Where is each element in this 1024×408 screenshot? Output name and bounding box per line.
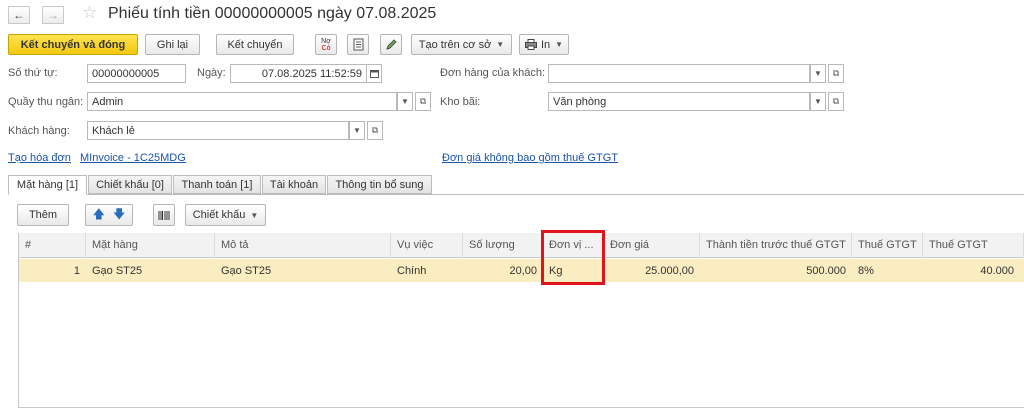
- cell-item[interactable]: Gạo ST25: [86, 259, 215, 282]
- column-header-quantity[interactable]: Số lượng: [463, 233, 543, 258]
- cell-vat-rate[interactable]: 8%: [852, 259, 923, 282]
- customer-open-button[interactable]: ⧉: [367, 121, 383, 140]
- save-button[interactable]: Ghi lại: [145, 34, 200, 55]
- column-header-vat-rate[interactable]: Thuế GTGT: [852, 233, 923, 258]
- post-and-close-button[interactable]: Kết chuyển và đóng: [8, 34, 138, 55]
- column-header-number[interactable]: #: [19, 233, 86, 258]
- document-icon: [353, 38, 363, 51]
- number-label: Số thứ tự:: [8, 67, 58, 79]
- pencil-icon: [385, 39, 397, 50]
- tab-accounts[interactable]: Tài khoản: [262, 175, 326, 194]
- chevron-down-icon: ▼: [814, 69, 822, 78]
- debit-credit-button[interactable]: Nợ Có: [315, 34, 337, 55]
- cell-unit-price[interactable]: 25.000,00: [604, 259, 700, 282]
- warehouse-dropdown[interactable]: ▼: [810, 92, 826, 111]
- add-item-button[interactable]: Thêm: [17, 204, 69, 226]
- cell-description[interactable]: Gạo ST25: [215, 259, 391, 282]
- chevron-down-icon: ▼: [555, 40, 564, 49]
- star-icon[interactable]: ☆: [82, 3, 97, 23]
- open-icon: ⧉: [371, 125, 379, 135]
- customer-field[interactable]: Khách lẻ: [87, 121, 349, 140]
- create-invoice-link[interactable]: Tạo hóa đơn: [8, 152, 71, 164]
- cashier-dropdown[interactable]: ▼: [397, 92, 413, 111]
- arrow-up-icon[interactable]: 🡅: [93, 205, 105, 226]
- open-icon: ⧉: [832, 68, 840, 78]
- column-header-description[interactable]: Mô tả: [215, 233, 391, 258]
- arrow-down-icon[interactable]: 🡇: [113, 205, 125, 226]
- forward-button[interactable]: →: [42, 6, 64, 24]
- chevron-down-icon: ▼: [496, 40, 505, 49]
- customer-order-label: Đơn hàng của khách:: [440, 67, 546, 79]
- discount-button[interactable]: Chiết khấu ▼: [185, 204, 266, 226]
- cell-vat-amount: 40.000: [980, 264, 1014, 277]
- cell-number: 1: [73, 264, 80, 277]
- printer-icon: [524, 39, 537, 50]
- open-icon: ⧉: [832, 96, 840, 106]
- customer-order-dropdown[interactable]: ▼: [810, 64, 826, 83]
- cell-amount-before-vat: 500.000: [806, 264, 846, 277]
- move-buttons: 🡅 🡇: [85, 204, 133, 226]
- barcode-button[interactable]: [153, 204, 175, 226]
- customer-dropdown[interactable]: ▼: [349, 121, 365, 140]
- tab-items[interactable]: Mặt hàng [1]: [8, 175, 87, 195]
- column-header-unit-price[interactable]: Đơn giá: [604, 233, 700, 258]
- open-icon: ⧉: [419, 96, 427, 106]
- customer-order-open-button[interactable]: ⧉: [828, 64, 844, 83]
- debit-credit-icon: Nợ Có: [321, 37, 331, 52]
- warehouse-field[interactable]: Văn phòng: [548, 92, 810, 111]
- barcode-icon: [158, 210, 170, 220]
- warehouse-open-button[interactable]: ⧉: [828, 92, 844, 111]
- window-title: Phiếu tính tiền 00000000005 ngày 07.08.2…: [108, 5, 437, 22]
- number-field[interactable]: 00000000005: [87, 64, 186, 83]
- cell-quantity[interactable]: 20,00: [463, 259, 543, 282]
- tab-discounts[interactable]: Chiết khấu [0]: [88, 175, 172, 194]
- cashier-label: Quầy thu ngân:: [8, 96, 84, 108]
- create-based-on-button[interactable]: Tạo trên cơ sở ▼: [411, 34, 512, 55]
- calendar-icon: [369, 70, 379, 78]
- column-header-case[interactable]: Vụ việc: [391, 233, 463, 258]
- tab-additional-info[interactable]: Thông tin bổ sung: [327, 175, 432, 194]
- minvoice-link[interactable]: MInvoice - 1C25MDG: [80, 152, 186, 164]
- cashier-field[interactable]: Admin: [87, 92, 397, 111]
- cell-case[interactable]: Chính: [391, 259, 463, 282]
- date-field[interactable]: 07.08.2025 11:52:59: [230, 64, 367, 83]
- arrow-left-icon: ←: [13, 8, 25, 22]
- calendar-button[interactable]: [366, 64, 382, 83]
- date-label: Ngày:: [197, 67, 226, 79]
- price-vat-link[interactable]: Đơn giá không bao gồm thuế GTGT: [442, 152, 618, 164]
- chevron-down-icon: ▼: [250, 210, 259, 220]
- edit-button[interactable]: [380, 34, 402, 55]
- tab-divider: [8, 194, 1024, 195]
- warehouse-label: Kho bãi:: [440, 96, 481, 108]
- highlight-box: [541, 230, 605, 285]
- chevron-down-icon: ▼: [401, 97, 409, 106]
- arrow-right-icon: →: [47, 8, 59, 22]
- post-button[interactable]: Kết chuyển: [216, 34, 294, 55]
- chevron-down-icon: ▼: [353, 126, 361, 135]
- customer-order-field[interactable]: [548, 64, 810, 83]
- back-button[interactable]: ←: [8, 6, 30, 24]
- column-header-amount-before-vat[interactable]: Thành tiền trước thuế GTGT: [700, 233, 852, 258]
- chevron-down-icon: ▼: [814, 97, 822, 106]
- customer-label: Khách hàng:: [8, 125, 70, 137]
- column-header-vat-amount[interactable]: Thuế GTGT: [923, 233, 1024, 258]
- column-header-item[interactable]: Mặt hàng: [86, 233, 215, 258]
- print-button[interactable]: In ▼: [519, 34, 569, 55]
- report-button[interactable]: [347, 34, 369, 55]
- tab-payments[interactable]: Thanh toán [1]: [173, 175, 261, 194]
- cashier-open-button[interactable]: ⧉: [415, 92, 431, 111]
